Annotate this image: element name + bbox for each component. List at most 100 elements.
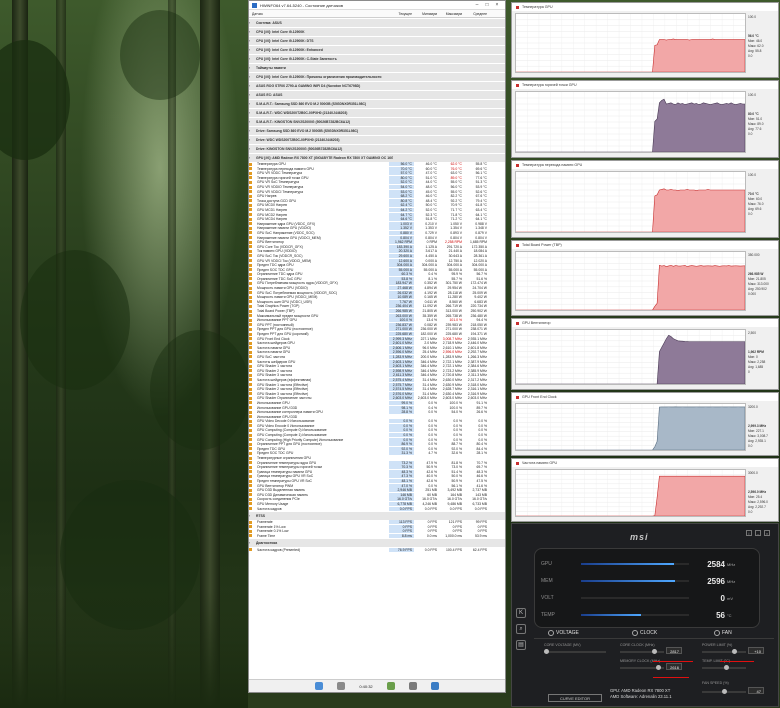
table-row[interactable]: Граница температуры GPU VR SoC 47.3 % 40.0… <box>249 474 505 479</box>
table-row[interactable]: GPU Computing (Compute 1) Использование 0… <box>249 433 505 438</box>
table-row[interactable]: Температура перехода памяти GPU 70.0 °C 60… <box>249 166 505 171</box>
core-clock-value[interactable]: 2817 <box>666 647 682 654</box>
table-row[interactable]: Предел SOC TDC GPU 31.3 % 4.7 % 32.6 % 28.1 … <box>249 451 505 456</box>
table-row[interactable]: GPU Shader 3 частота 2,611.3 MHz 346.4 MHz… <box>249 373 505 378</box>
graph-title-bar[interactable]: GPU Front End Clock <box>512 393 778 401</box>
table-row[interactable]: GPU Video Encode 0 Использование 0.0 % 0.0… <box>249 423 505 429</box>
network-icon[interactable] <box>315 682 324 690</box>
power-limit-slider[interactable] <box>702 649 746 654</box>
table-row[interactable]: Частота кадров (Presented) 76.9 FPS 0.0 FP… <box>249 547 505 552</box>
fan-speed-slider[interactable] <box>702 689 746 694</box>
table-row[interactable]: Температура горячей точки GPU 80.0 °C 51.0… <box>249 175 505 181</box>
oc-scanner-icon[interactable]: ⌕ <box>516 624 526 634</box>
back-icon[interactable] <box>337 682 346 690</box>
table-row[interactable]: Total Board Power (TBP) 266.985 W 21.805 W… <box>249 309 505 314</box>
tab-voltage[interactable]: VOLTAGE <box>548 630 579 636</box>
column-header-current[interactable]: Текущее <box>389 12 414 16</box>
table-row[interactable]: Предел PPT для GPU (постоянное) 271.000 W… <box>249 327 505 332</box>
settings-icon[interactable] <box>408 682 417 690</box>
sensor-group[interactable]: › Drive: KINGSTON SNV2S2000G (50026B7282… <box>249 144 505 153</box>
memory-clock-value[interactable]: 2616 <box>666 663 682 670</box>
table-row[interactable]: GPU Вентилятор 1,962 RPM 0 RPM 2,258 RPM 1,6… <box>249 240 505 245</box>
table-row[interactable]: Предел TDC ядра GPU 304.000 A 304.000 A 304… <box>249 263 505 268</box>
core-voltage-slider[interactable] <box>544 649 606 654</box>
table-row[interactable]: Предел PPT для GPU (короткий) 225.680 W 18… <box>249 332 505 337</box>
table-row[interactable]: Использование GPU D3D 98.1 % 0.4 % 100.0 % 8… <box>249 405 505 410</box>
table-row[interactable]: GPU PPT (постоянный) 236.837 W 0.082 W 239.… <box>249 322 505 328</box>
graph-window[interactable]: Частота памяти GPU 3000.0 2,596.0 MHz Ми… <box>511 458 779 522</box>
tab-clock[interactable]: CLOCK <box>632 630 657 636</box>
graph-window[interactable]: Температура GPU 100.0 56.0 °C Мин: 46.0 … <box>511 2 779 78</box>
table-row[interactable]: GPU MCD0 Нагрев 62.4 °C 50.0 °C 70.9 °C 61.8… <box>249 203 505 208</box>
kboost-icon[interactable]: K <box>516 608 526 618</box>
table-row[interactable]: Использование GPU 99.0 % 0.0 % 100.0 % 91.1 … <box>249 400 505 406</box>
table-row[interactable]: Использование контроллера памяти GPU 28.8… <box>249 410 505 415</box>
table-row[interactable]: GPU MCD4 Нагрев 64.6 °C 51.8 °C 71.2 °C 64.1… <box>249 217 505 222</box>
graph-title-bar[interactable]: Температура горячей точки GPU <box>512 81 778 89</box>
table-row[interactable]: GPU Computing (High Priority Compute) Ис… <box>249 437 505 442</box>
core-clock-slider[interactable] <box>620 649 664 654</box>
sensor-group[interactable]: › Система: ASUS <box>249 18 505 27</box>
table-row[interactable]: Максимальный предел мощности GPU 263.000 … <box>249 313 505 318</box>
sensor-group[interactable]: › CPU [#0]: Intel Core i9-12900K: C-Stat… <box>249 54 505 63</box>
table-row[interactable]: Framerate 113 FPS 0 FPS 121 FPS 99 FPS <box>249 520 505 525</box>
table-row[interactable]: GPU SoC Напряжение (VDDC_SOC) 0.880 V 0.72… <box>249 230 505 236</box>
table-row[interactable]: Ограничение температуры горячей точки 70.… <box>249 465 505 470</box>
table-row[interactable]: Предел температуры GPU VR SoC 48.1 % 42.6 … <box>249 479 505 484</box>
fan-speed-value[interactable]: 47 <box>748 687 764 694</box>
graph-title-bar[interactable]: Температура GPU <box>512 3 778 11</box>
sensor-group[interactable]: › ASUS EC: ASUS <box>249 90 505 99</box>
table-row[interactable]: Ток памяти GPU (VDDIO) 20.320 A 3.617 A 21.… <box>249 249 505 254</box>
sensor-group[interactable]: › ASUS ROG STRIX Z790-A GAMING WIFI D4 (… <box>249 81 505 90</box>
table-row[interactable]: Частоты шейдеров GPU 2,603.1 MHz 346.4 MHz… <box>249 359 505 364</box>
table-row[interactable]: Напряжение ядра GPU (VDDC_GFX) 1.003 V 0.2… <box>249 221 505 226</box>
hwinfo-titlebar[interactable]: HWiNFO64 v7.64-5240 - Состояние датчиков… <box>249 1 505 10</box>
table-row[interactable]: GPU VR VDDIO Температура 54.0 °C 48.0 °C 56… <box>249 185 505 190</box>
table-row[interactable]: GPU SoC частота 1,283.9 MHz 200.0 MHz 1,283… <box>249 354 505 360</box>
table-row[interactable]: Total Graphics Power (TGP) 236.404 W 11.09… <box>249 304 505 309</box>
table-row[interactable]: Температура GPU 56.0 °C 46.0 °C 62.0 °C 55.8… <box>249 162 505 167</box>
table-row[interactable]: Framerate 1% Low 0 FPS 0 FPS 0 FPS 0 FPS <box>249 524 505 529</box>
table-row[interactable]: Предел TDC GPU 92.0 % 0.0 % 92.0 % 84.4 % <box>249 446 505 452</box>
close-icon[interactable]: × <box>492 2 502 8</box>
table-row[interactable]: Скорость соединения PCIe 16.0 GT/s 16.0 GT… <box>249 497 505 502</box>
table-row[interactable]: Использование PPT GPU 100.0 % 13.4 % 101.0 … <box>249 318 505 323</box>
table-row[interactable]: GPU Computing (Compute 0) Использование 0… <box>249 428 505 433</box>
graph-title-bar[interactable]: GPU Вентилятор <box>512 319 778 327</box>
minimize-icon[interactable]: – <box>755 530 761 536</box>
report-icon[interactable] <box>386 682 395 690</box>
sensor-group[interactable]: › Drive: Samsung SSD 860 EVO M.2 500GB (… <box>249 126 505 135</box>
table-row[interactable]: GPU Shader 3 частота (Effective) 2,576.0 … <box>249 391 505 396</box>
table-row[interactable]: GPU VR VDDCI Ток (VDDCI_MEM) 12.600 A 0.00… <box>249 258 505 263</box>
column-header-avg[interactable]: Среднее <box>464 12 489 16</box>
graph-window[interactable]: GPU Вентилятор 2,500 1,962 RPM Мин: 0 Ма… <box>511 318 779 390</box>
table-row[interactable]: GPU Video Decode 0 Использование 0.0 % 0.0… <box>249 419 505 424</box>
temp-limit-slider[interactable] <box>702 665 746 670</box>
table-row[interactable]: GPU MCD2 Нагрев 64.7 °C 52.3 °C 71.8 °C 64.1… <box>249 212 505 217</box>
sensor-group[interactable]: › Drive: WDC WDS200T2B0C-00PXH0 (21340J4… <box>249 135 505 144</box>
table-row[interactable]: GPU Shader Ограничение частоты 2,603.0 MH… <box>249 396 505 401</box>
curve-editor-button[interactable]: CURVE EDITOR <box>548 694 602 702</box>
table-row[interactable]: GPU Core Ток (VDDCR_GFX) 183.390 A 1.125 A… <box>249 244 505 249</box>
info-icon[interactable]: i <box>746 530 752 536</box>
sensor-group[interactable]: › S.M.A.R.T.: Samsung SSD 860 EVO M.2 50… <box>249 99 505 108</box>
table-row[interactable]: GPU D3D Динамическая память 146 MB 60 MB 16… <box>249 492 505 498</box>
table-row[interactable]: GPU MCD1 Нагрев 64.2 °C 52.0 °C 71.7 °C 63.4… <box>249 207 505 213</box>
table-row[interactable]: GPU Shader 1 частота 2,603.1 MHz 346.4 MHz… <box>249 364 505 369</box>
column-header-min[interactable]: Минимум <box>414 12 439 16</box>
table-row[interactable]: GPU Потребляемая мощность ядра (VDDCR_GF… <box>249 281 505 286</box>
table-row[interactable]: Ограничение TDC SoC GPU 53.8 % 8.1 % 55.7 %… <box>249 276 505 282</box>
graph-title-bar[interactable]: Total Board Power (TBP) <box>512 241 778 249</box>
table-row[interactable]: Предел SOC TDC GPU 55.000 A 55.000 A 55.000… <box>249 267 505 272</box>
table-row[interactable]: GPU SoC Ток (VDDCR_SOC) 29.600 A 4.450 A 30… <box>249 253 505 259</box>
table-row[interactable]: Ограничение температуры ядра GPU 73.2 % 47… <box>249 460 505 465</box>
table-row[interactable]: Частота шейдеров (эффективная) 2,575.4 MH… <box>249 377 505 383</box>
graph-window[interactable]: Температура горячей точки GPU 100.0 80.0… <box>511 80 779 158</box>
table-row[interactable]: Граница температуры памяти GPU 48.3 % 42.6… <box>249 469 505 475</box>
table-row[interactable]: GPU SoC Потребляемая мощность (VDDCR_SOC… <box>249 290 505 295</box>
graph-window[interactable]: GPU Front End Clock 3200.0 2,999.3 MHz М… <box>511 392 779 456</box>
table-row[interactable]: Мощность памяти GPU (VDDIO) 27.468 W 4.894… <box>249 286 505 291</box>
reset-icon[interactable] <box>430 682 439 690</box>
table-row[interactable]: Напряжение памяти GPU (VDDIO) 1.352 V 1.35… <box>249 226 505 231</box>
table-row[interactable]: Framerate 0.1% Low 0 FPS 0 FPS 0 FPS 0 FPS <box>249 529 505 534</box>
